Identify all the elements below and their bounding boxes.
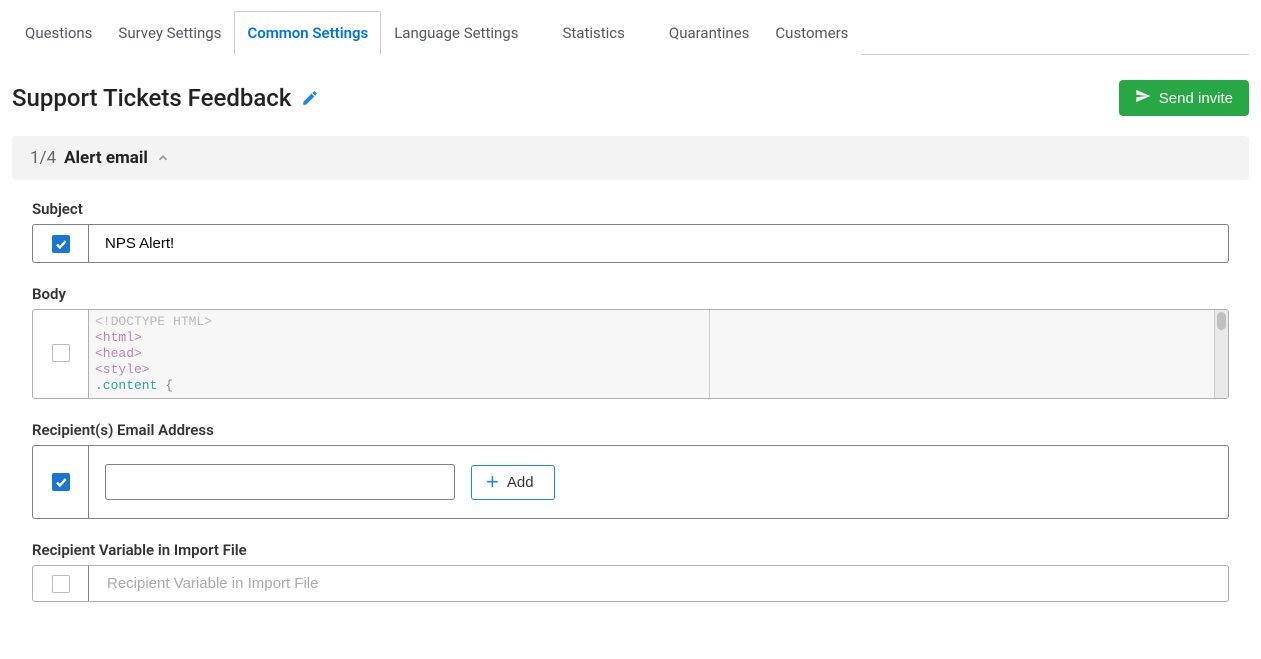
section-step: 1/4 — [30, 148, 56, 168]
subject-label: Subject — [32, 200, 1229, 218]
recipient-var-row — [32, 565, 1229, 602]
add-label: Add — [507, 474, 534, 491]
field-recipient-var: Recipient Variable in Import File — [32, 541, 1229, 602]
tab-survey-settings[interactable]: Survey Settings — [105, 11, 234, 55]
tab-customers[interactable]: Customers — [762, 11, 861, 55]
send-icon — [1135, 88, 1151, 108]
field-subject: Subject — [32, 200, 1229, 263]
chevron-up-icon — [156, 151, 170, 165]
body-enable-checkbox[interactable] — [52, 344, 70, 362]
send-invite-button[interactable]: Send invite — [1119, 80, 1249, 116]
tab-language-settings[interactable]: Language Settings — [381, 11, 549, 55]
tab-statistics[interactable]: Statistics — [549, 11, 655, 55]
section-header-alert-email[interactable]: 1/4 Alert email — [12, 136, 1249, 180]
page-header: Support Tickets Feedback Send invite — [12, 80, 1249, 116]
body-scrollbar[interactable] — [1214, 310, 1228, 398]
recipients-enable-checkbox[interactable] — [52, 473, 70, 491]
edit-title-icon[interactable] — [301, 89, 319, 107]
tab-questions[interactable]: Questions — [12, 11, 105, 55]
recipients-input[interactable] — [105, 464, 455, 500]
send-invite-label: Send invite — [1159, 90, 1233, 107]
body-code-area[interactable]: <!DOCTYPE HTML> <html> <head> <style> .c… — [89, 310, 1214, 398]
tab-common-settings[interactable]: Common Settings — [234, 11, 381, 55]
recipients-label: Recipient(s) Email Address — [32, 421, 1229, 439]
body-editor: <!DOCTYPE HTML> <html> <head> <style> .c… — [32, 309, 1229, 399]
code-line-5b: { — [157, 378, 173, 393]
recipient-var-label: Recipient Variable in Import File — [32, 541, 1229, 559]
page-title-wrap: Support Tickets Feedback — [12, 84, 319, 112]
subject-input[interactable] — [105, 235, 1212, 252]
field-body: Body <!DOCTYPE HTML> <html> <head> <styl… — [32, 285, 1229, 399]
add-recipient-button[interactable]: + Add — [471, 465, 555, 500]
plus-icon: + — [486, 475, 499, 489]
body-label: Body — [32, 285, 1229, 303]
code-line-4: <style> — [95, 362, 150, 377]
code-line-5a: .content — [95, 378, 157, 393]
tab-quarantines[interactable]: Quarantines — [656, 11, 763, 55]
code-line-1: <!DOCTYPE HTML> — [95, 314, 212, 329]
recipient-var-input[interactable] — [105, 574, 1212, 593]
subject-row — [32, 224, 1229, 263]
code-line-3: <head> — [95, 346, 142, 361]
recipients-row: + Add — [32, 445, 1229, 519]
section-name: Alert email — [64, 148, 148, 168]
field-recipients: Recipient(s) Email Address + Add — [32, 421, 1229, 519]
subject-enable-checkbox[interactable] — [52, 235, 70, 253]
recipient-var-enable-checkbox[interactable] — [52, 575, 70, 593]
tabs-nav: Questions Survey Settings Common Setting… — [12, 10, 1249, 55]
page-title: Support Tickets Feedback — [12, 84, 291, 112]
code-line-2: <html> — [95, 330, 142, 345]
